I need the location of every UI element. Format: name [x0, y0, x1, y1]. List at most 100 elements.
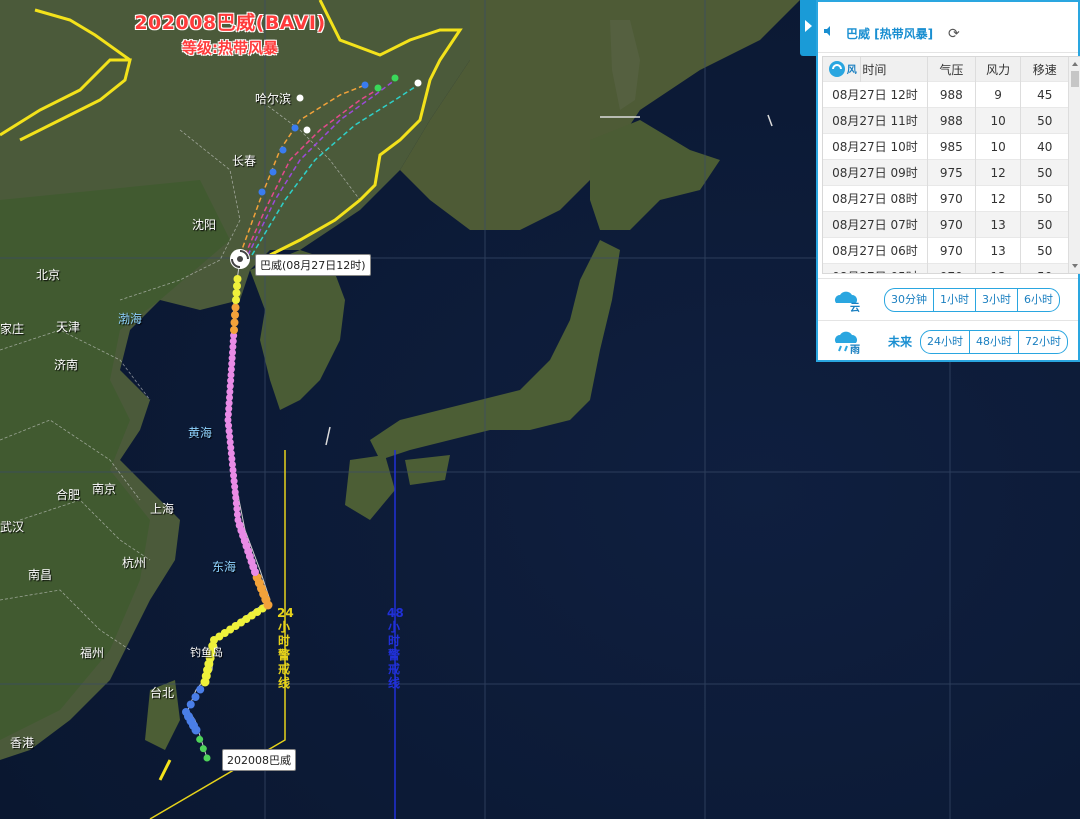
city-diaoyu[interactable]: 钓鱼岛 [190, 644, 223, 660]
row-speed: 50 [1020, 211, 1069, 238]
row-wind: 12 [975, 185, 1022, 212]
track-point[interactable] [231, 303, 240, 312]
row-wind: 12 [975, 159, 1022, 186]
row-speed: 40 [1020, 133, 1069, 160]
city-shanghai[interactable]: 上海 [150, 500, 174, 517]
row-time: 08月27日 07时 [823, 211, 928, 238]
city-wuhan[interactable]: 武汉 [0, 518, 24, 535]
future-label: 未来 [888, 335, 913, 349]
rain-row: 雨 未来 24小时 48小时 72小时 [818, 320, 1078, 361]
table-row[interactable]: 08月27日 10时 985 10 40 [823, 133, 1069, 160]
row-time: 08月27日 09时 [823, 159, 928, 186]
row-wind: 9 [975, 81, 1022, 108]
track-point[interactable] [230, 326, 238, 334]
city-hefei[interactable]: 合肥 [56, 486, 80, 503]
row-speed: 45 [1020, 81, 1069, 108]
city-nanchang[interactable]: 南昌 [28, 566, 52, 583]
row-pressure: 970 [927, 211, 976, 238]
col-pressure: 气压 [927, 57, 976, 82]
track-point[interactable] [182, 708, 190, 716]
row-time: 08月27日 12时 [823, 81, 928, 108]
scroll-up-icon[interactable] [1072, 62, 1078, 66]
table-row[interactable]: 08月27日 05时9701350 [823, 263, 1069, 273]
table-row[interactable]: 08月27日 12时 988 9 45 [823, 81, 1069, 108]
sea-bohai: 渤海 [118, 312, 143, 326]
cloud-30min-button[interactable]: 30分钟 [885, 289, 934, 311]
track-point[interactable] [196, 685, 205, 694]
track-point[interactable] [231, 311, 239, 319]
sea-donghai: 东海 [212, 560, 237, 574]
row-speed: 50 [1020, 107, 1069, 134]
city-shenyang[interactable]: 沈阳 [192, 216, 216, 233]
rain-48h-button[interactable]: 48小时 [970, 331, 1019, 353]
panel-storm-name: 巴威 [热带风暴] [846, 27, 934, 41]
rain-72h-button[interactable]: 72小时 [1019, 331, 1067, 353]
track-point[interactable] [232, 296, 240, 304]
table-row[interactable]: 08月27日 08时 970 12 50 [823, 185, 1069, 212]
start-position-callout[interactable]: 202008巴威 [222, 749, 296, 771]
city-jinan[interactable]: 济南 [54, 356, 78, 373]
track-point[interactable] [186, 700, 195, 709]
table-row[interactable]: 08月27日 06时 970 13 50 [823, 237, 1069, 264]
cloud-6h-button[interactable]: 6小时 [1018, 289, 1059, 311]
row-time: 08月27日 08时 [823, 185, 928, 212]
city-harbin[interactable]: 哈尔滨 [255, 90, 291, 107]
city-beijing[interactable]: 北京 [36, 266, 60, 283]
row-speed: 50 [1020, 237, 1069, 264]
row-pressure: 988 [927, 81, 976, 108]
col-speed: 移速 [1020, 57, 1069, 82]
row-time: 08月27日 11时 [823, 107, 928, 134]
cloud-1h-button[interactable]: 1小时 [934, 289, 976, 311]
wind-icon-label: 风 [846, 64, 857, 76]
row-wind: 10 [975, 107, 1022, 134]
warning-label-24h: 24小时警戒线 [277, 606, 294, 690]
track-point[interactable] [199, 745, 207, 753]
city-shijiazhuang[interactable]: 家庄 [0, 320, 24, 337]
warning-label-48h: 48小时警戒线 [387, 606, 404, 690]
row-pressure: 970 [927, 263, 976, 273]
speaker-icon[interactable] [824, 26, 834, 36]
city-fuzhou[interactable]: 福州 [80, 644, 104, 661]
row-pressure: 970 [927, 237, 976, 264]
city-taibei[interactable]: 台北 [150, 684, 174, 701]
scroll-down-icon[interactable] [1072, 264, 1078, 268]
row-pressure: 988 [927, 107, 976, 134]
panel-toggle-button[interactable] [800, 0, 816, 56]
city-hangzhou[interactable]: 杭州 [122, 554, 146, 571]
row-wind: 10 [975, 133, 1022, 160]
current-position-callout[interactable]: 巴威(08月27日12时) [255, 254, 371, 276]
table-row[interactable]: 08月27日 07时 970 13 50 [823, 211, 1069, 238]
rain-icon-label: 雨 [850, 345, 860, 356]
track-point[interactable] [196, 735, 204, 743]
refresh-icon[interactable]: ⟳ [948, 26, 960, 42]
row-speed: 50 [1020, 185, 1069, 212]
table-row[interactable]: 08月27日 09时 975 12 50 [823, 159, 1069, 186]
track-point[interactable] [230, 318, 239, 327]
track-point[interactable] [232, 289, 241, 297]
storm-level: 等级:热带风暴 [182, 39, 278, 57]
city-hongkong[interactable]: 香港 [10, 734, 34, 751]
row-speed: 50 [1020, 263, 1069, 273]
scroll-thumb[interactable] [1071, 71, 1079, 87]
typhoon-icon[interactable] [230, 249, 250, 269]
cloud-3h-button[interactable]: 3小时 [976, 289, 1018, 311]
track-point[interactable] [233, 275, 242, 283]
table-header-row: 风 时间 气压 风力 移速 [823, 57, 1069, 82]
city-tianjin[interactable]: 天津 [56, 318, 80, 335]
storm-name: 202008巴威(BAVI) [134, 12, 326, 34]
row-pressure: 970 [927, 185, 976, 212]
row-time: 08月27日 10时 [823, 133, 928, 160]
track-point[interactable] [233, 282, 241, 290]
row-wind: 13 [975, 263, 1022, 273]
rain-24h-button[interactable]: 24小时 [921, 331, 970, 353]
city-nanjing[interactable]: 南京 [92, 480, 116, 497]
col-time: 时间 [860, 57, 928, 82]
typhoon-info-panel: 巴威 [热带风暴] ⟳ 风 时间 气压 风力 移速 08月27日 12时 988 9… [816, 0, 1080, 362]
table-scrollbar[interactable] [1069, 57, 1080, 273]
cloud-button-group: 30分钟 1小时 3小时 6小时 [884, 288, 1060, 312]
city-changchun[interactable]: 长春 [232, 152, 256, 169]
track-point[interactable] [191, 693, 200, 701]
table-row[interactable]: 08月27日 11时 988 10 50 [823, 107, 1069, 134]
track-table: 风 时间 气压 风力 移速 08月27日 12时 988 9 45 08月27日 11时… [822, 56, 1080, 274]
track-point[interactable] [203, 754, 211, 762]
